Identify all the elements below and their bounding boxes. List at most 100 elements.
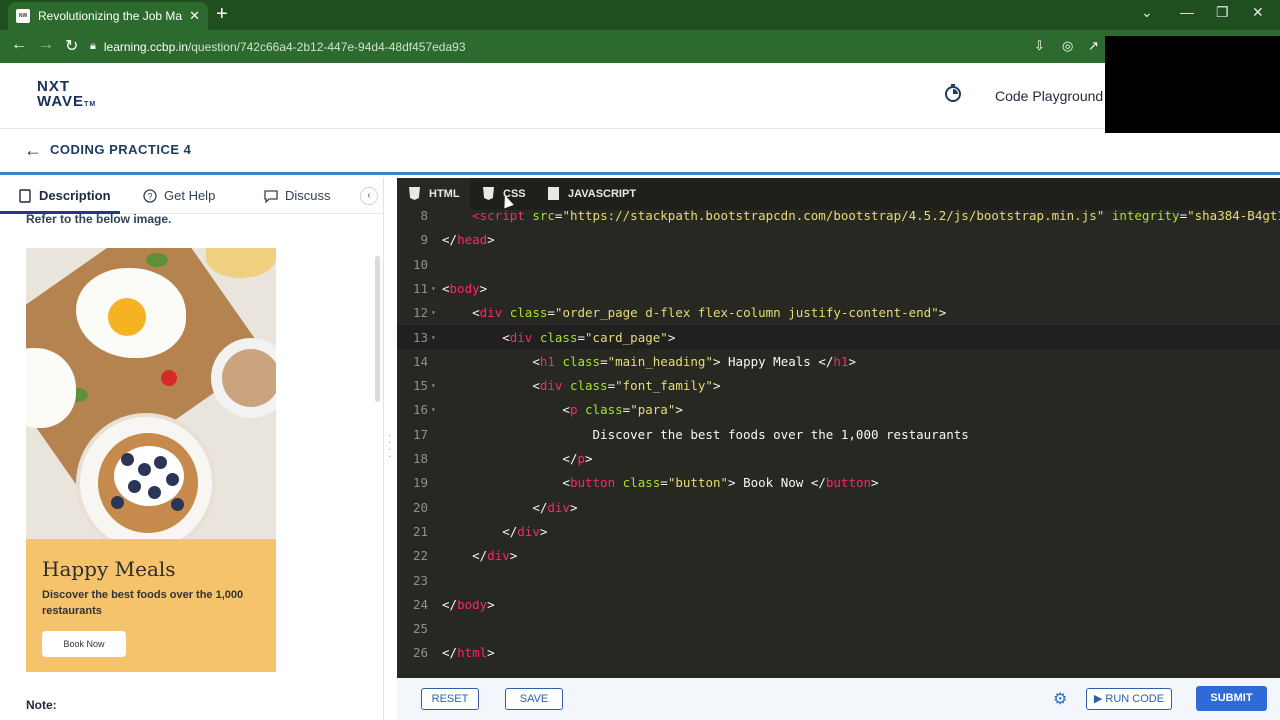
panel-tabs: Description ? Get Help Discuss ‹ [0,178,383,214]
nxtwave-logo[interactable]: NXT WAVETM [37,79,96,112]
minimize-icon[interactable]: — [1180,4,1194,20]
line-number: 16 [412,402,428,418]
question-circle-icon: ? [143,188,157,203]
line-number: 25 [412,621,428,637]
new-tab-icon[interactable]: + [216,4,228,24]
line-number: 11 [412,280,428,296]
preview-para: Discover the best foods over the 1,000 r… [42,589,244,617]
code-text: <h1 class="main_heading"> Happy Meals </… [532,353,856,369]
code-line[interactable]: 12 ▾ <div class="order_page d-flex flex-c… [397,301,1280,325]
line-number: 23 [412,572,428,588]
tab-discuss-label: Discuss [285,188,331,203]
blueberry [128,480,141,493]
code-editor[interactable]: HTML CSS JAVASCRIPT 8 <script src="https… [397,178,1280,678]
line-number: 20 [412,499,428,515]
reset-button[interactable]: RESET [421,688,479,710]
save-button[interactable]: SAVE [505,688,563,710]
line-number: 8 [420,208,428,223]
preview-card: Happy Meals Discover the best foods over… [26,539,276,672]
submit-button[interactable]: SUBMIT [1196,686,1267,711]
code-playground-link[interactable]: Code Playground [995,88,1103,104]
code-line[interactable]: 19 <button class="button"> Book Now </bu… [397,471,1280,495]
code-text: </div> [502,523,548,539]
blueberry [171,498,184,511]
window-close-icon[interactable]: ✕ [1252,4,1264,21]
blueberry [121,453,134,466]
preview-heading: Happy Meals [42,557,176,581]
code-line[interactable]: 18 </p> [397,447,1280,471]
reload-icon[interactable]: ↻ [65,36,78,56]
practice-title-bar: ← CODING PRACTICE 4 [0,129,1280,175]
browser-tab-title: Revolutionizing the Job Market | [38,9,183,23]
line-number: 17 [412,426,428,442]
preview-book-button: Book Now [42,631,126,657]
tab-html-label: HTML [429,187,460,200]
code-line[interactable]: 23 [397,569,1280,593]
blueberry [148,486,161,499]
code-line[interactable]: 15 ▾ <div class="font_family"> [397,374,1280,398]
run-code-label: RUN CODE [1105,693,1165,705]
tab-discuss[interactable]: Discuss [264,188,331,203]
fold-arrow-icon[interactable]: ▾ [431,277,436,301]
close-tab-icon[interactable]: ✕ [189,8,200,24]
back-icon[interactable]: ← [11,36,27,54]
fold-arrow-icon[interactable]: ▾ [431,398,436,422]
line-number: 24 [412,596,428,612]
eye-off-icon[interactable]: ◎ [1062,38,1073,54]
line-number: 19 [412,475,428,491]
food-photo [26,248,276,539]
strawberry [161,370,177,386]
maximize-icon[interactable]: ❐ [1216,4,1229,21]
code-line[interactable]: 20 </div> [397,496,1280,520]
tab-search-icon[interactable]: ⌄ [1141,4,1153,21]
run-code-button[interactable]: ▶ RUN CODE [1086,688,1172,710]
install-app-icon[interactable]: ⇩ [1034,38,1045,54]
app-header: NXT WAVETM Code Playground [0,63,1280,129]
back-arrow-icon[interactable]: ← [24,140,42,161]
fold-arrow-icon[interactable]: ▾ [431,374,436,398]
collapse-panel-icon[interactable]: ‹ [360,187,378,205]
code-line[interactable]: 8 <script src="https://stackpath.bootstr… [397,204,1280,228]
code-line[interactable]: 16 ▾ <p class="para"> [397,398,1280,422]
fold-arrow-icon[interactable]: ▾ [431,326,436,350]
tab-get-help[interactable]: ? Get Help [143,188,215,203]
description-panel: Description ? Get Help Discuss ‹ Refer t… [0,178,384,720]
line-number: 12 [412,305,428,321]
svg-text:?: ? [147,191,152,201]
forward-icon[interactable]: → [38,36,54,54]
tab-html[interactable]: HTML [409,187,460,200]
code-line[interactable]: 22 </div> [397,544,1280,568]
logo-tm: TM [84,101,97,108]
code-line[interactable]: 25 [397,617,1280,641]
code-line[interactable]: 13 ▾ <div class="card_page"> [397,326,1280,350]
code-line[interactable]: 21 </div> [397,520,1280,544]
refer-text: Refer to the below image. [26,212,172,226]
code-line[interactable]: 26 </html> [397,641,1280,665]
share-icon[interactable]: ↗ [1088,38,1099,54]
code-line[interactable]: 14 <h1 class="main_heading"> Happy Meals… [397,350,1280,374]
fold-arrow-icon[interactable]: ▾ [431,301,436,325]
panel-scrollbar[interactable] [375,256,380,402]
tab-description[interactable]: Description [18,188,111,203]
stopwatch-icon[interactable] [943,83,963,103]
browser-tab-bar: NW Revolutionizing the Job Market | ✕ + … [0,0,1280,30]
line-number: 18 [412,451,428,466]
code-line[interactable]: 9 </head> [397,228,1280,252]
gear-icon[interactable]: ⚙ [1053,689,1067,709]
code-line[interactable]: 11 ▾ <body> [397,277,1280,301]
code-line[interactable]: 10 [397,253,1280,277]
document-icon [19,188,31,203]
code-line[interactable]: 17 Discover the best foods over the 1,00… [397,423,1280,447]
code-line[interactable]: 24 </body> [397,593,1280,617]
note-label: Note: [26,698,57,712]
panel-resize-handle[interactable]: · · · · [388,431,392,462]
browser-tab[interactable]: NW Revolutionizing the Job Market | ✕ [8,2,208,30]
url-field[interactable]: 🔒︎ learning.ccbp.in/question/742c66a4-2b… [90,34,1110,59]
line-number: 10 [412,256,428,272]
line-number: 21 [412,523,428,539]
logo-line2: WAVE [37,93,85,110]
tab-javascript[interactable]: JAVASCRIPT [548,187,636,200]
code-text: </div> [532,499,578,515]
url-path: /question/742c66a4-2b12-447e-94d4-48df45… [187,39,466,54]
site-info-icon[interactable]: 🔒︎ [90,40,96,53]
